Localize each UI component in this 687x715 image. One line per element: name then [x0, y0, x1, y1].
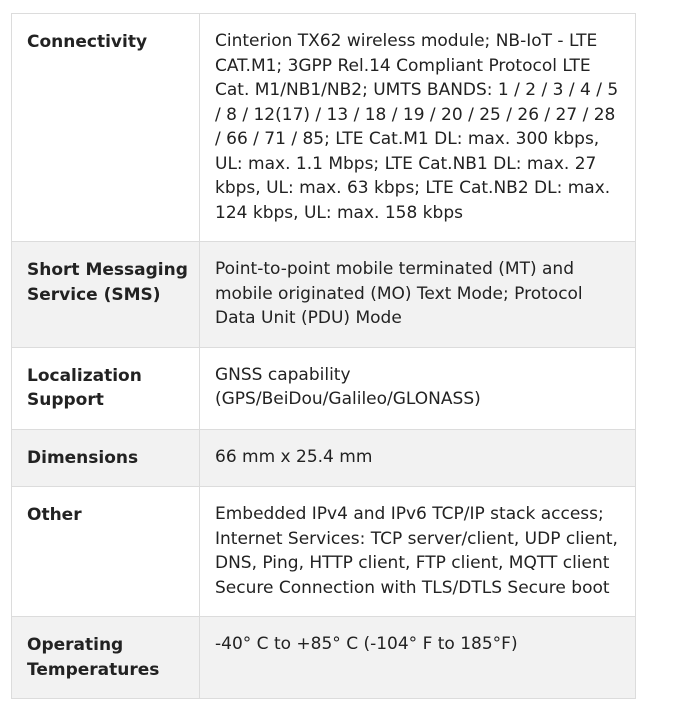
spec-value: Point-to-point mobile terminated (MT) an…: [199, 241, 636, 348]
spec-label: Other: [11, 486, 200, 617]
spec-label: Dimensions: [11, 428, 200, 487]
spec-table: Connectivity Cinterion TX62 wireless mod…: [11, 13, 636, 699]
spec-value: Embedded IPv4 and IPv6 TCP/IP stack acce…: [199, 486, 636, 617]
spec-label: Connectivity: [11, 13, 200, 242]
spec-value: -40° C to +85° C (-104° F to 185°F): [199, 616, 636, 699]
spec-value: GNSS capability (GPS/BeiDou/Galileo/GLON…: [199, 346, 636, 430]
spec-value: 66 mm x 25.4 mm: [199, 428, 636, 487]
spec-label: Localization Support: [11, 346, 200, 430]
spec-row-connectivity: Connectivity Cinterion TX62 wireless mod…: [11, 13, 636, 242]
spec-row-sms: Short Messaging Service (SMS) Point-to-p…: [11, 241, 636, 348]
spec-row-localization: Localization Support GNSS capability (GP…: [11, 346, 636, 430]
spec-row-dimensions: Dimensions 66 mm x 25.4 mm: [11, 428, 636, 487]
spec-label: Operating Temperatures: [11, 616, 200, 699]
spec-value: Cinterion TX62 wireless module; NB-IoT -…: [199, 13, 636, 242]
spec-label: Short Messaging Service (SMS): [11, 241, 200, 348]
spec-row-operating-temperatures: Operating Temperatures -40° C to +85° C …: [11, 616, 636, 699]
spec-row-other: Other Embedded IPv4 and IPv6 TCP/IP stac…: [11, 486, 636, 617]
